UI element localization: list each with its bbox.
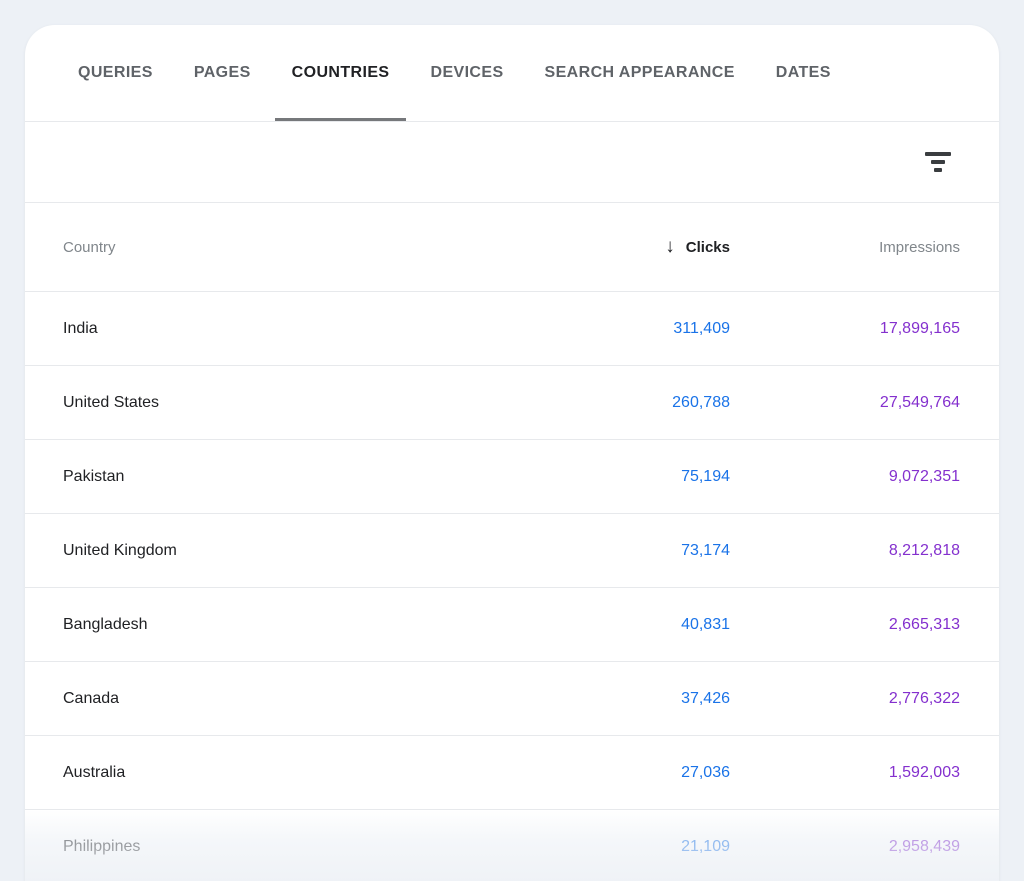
impressions-cell: 27,549,764 xyxy=(880,394,960,412)
country-cell: United Kingdom xyxy=(63,542,510,560)
column-header-clicks[interactable]: ↓ Clicks xyxy=(665,236,730,258)
table-row[interactable]: Australia 27,036 1,592,003 xyxy=(25,736,999,810)
tab-dates[interactable]: DATES xyxy=(759,25,848,121)
tab-label: PAGES xyxy=(194,64,251,82)
table-row[interactable]: Pakistan 75,194 9,072,351 xyxy=(25,440,999,514)
table-row[interactable]: United States 260,788 27,549,764 xyxy=(25,366,999,440)
country-cell: Australia xyxy=(63,764,510,782)
tab-label: SEARCH APPEARANCE xyxy=(545,64,735,82)
clicks-cell: 21,109 xyxy=(681,838,730,856)
tab-devices[interactable]: DEVICES xyxy=(413,25,520,121)
table-row[interactable]: Canada 37,426 2,776,322 xyxy=(25,662,999,736)
country-cell: India xyxy=(63,320,510,338)
column-header-country[interactable]: Country xyxy=(63,239,510,256)
filter-icon[interactable] xyxy=(917,144,959,180)
impressions-cell: 2,958,439 xyxy=(889,838,960,856)
impressions-cell: 2,665,313 xyxy=(889,616,960,634)
table-row[interactable]: Philippines 21,109 2,958,439 xyxy=(25,810,999,881)
table-header: Country ↓ Clicks Impressions xyxy=(25,203,999,292)
table-row[interactable]: United Kingdom 73,174 8,212,818 xyxy=(25,514,999,588)
performance-report-card: QUERIES PAGES COUNTRIES DEVICES SEARCH A… xyxy=(25,25,999,881)
clicks-cell: 40,831 xyxy=(681,616,730,634)
clicks-cell: 260,788 xyxy=(672,394,730,412)
filter-icon-bar xyxy=(934,168,942,172)
tab-pages[interactable]: PAGES xyxy=(177,25,268,121)
tab-countries[interactable]: COUNTRIES xyxy=(275,25,407,121)
column-header-clicks-label: Clicks xyxy=(686,239,730,256)
table-body: India 311,409 17,899,165 United States 2… xyxy=(25,292,999,881)
tab-label: QUERIES xyxy=(78,64,153,82)
clicks-cell: 311,409 xyxy=(673,320,730,338)
tab-label: DEVICES xyxy=(430,64,503,82)
table-row[interactable]: Bangladesh 40,831 2,665,313 xyxy=(25,588,999,662)
impressions-cell: 9,072,351 xyxy=(889,468,960,486)
filter-icon-bar xyxy=(931,160,945,164)
search-console-performance-page: { "tabs": [ {"label": "QUERIES", "active… xyxy=(0,0,1024,881)
impressions-cell: 1,592,003 xyxy=(889,764,960,782)
clicks-cell: 75,194 xyxy=(681,468,730,486)
impressions-cell: 2,776,322 xyxy=(889,690,960,708)
tab-label: DATES xyxy=(776,64,831,82)
country-cell: United States xyxy=(63,394,510,412)
filter-toolbar xyxy=(25,122,999,203)
impressions-cell: 17,899,165 xyxy=(880,320,960,338)
table-row[interactable]: India 311,409 17,899,165 xyxy=(25,292,999,366)
clicks-cell: 27,036 xyxy=(681,764,730,782)
impressions-cell: 8,212,818 xyxy=(889,542,960,560)
country-cell: Philippines xyxy=(63,838,510,856)
tab-queries[interactable]: QUERIES xyxy=(61,25,170,121)
country-cell: Pakistan xyxy=(63,468,510,486)
sort-descending-arrow-icon: ↓ xyxy=(665,236,675,258)
country-cell: Canada xyxy=(63,690,510,708)
clicks-cell: 37,426 xyxy=(681,690,730,708)
country-cell: Bangladesh xyxy=(63,616,510,634)
column-header-impressions[interactable]: Impressions xyxy=(879,239,960,256)
clicks-cell: 73,174 xyxy=(681,542,730,560)
tab-bar: QUERIES PAGES COUNTRIES DEVICES SEARCH A… xyxy=(25,25,999,122)
tab-label: COUNTRIES xyxy=(292,64,390,82)
filter-icon-bar xyxy=(925,152,951,156)
tab-search-appearance[interactable]: SEARCH APPEARANCE xyxy=(528,25,752,121)
